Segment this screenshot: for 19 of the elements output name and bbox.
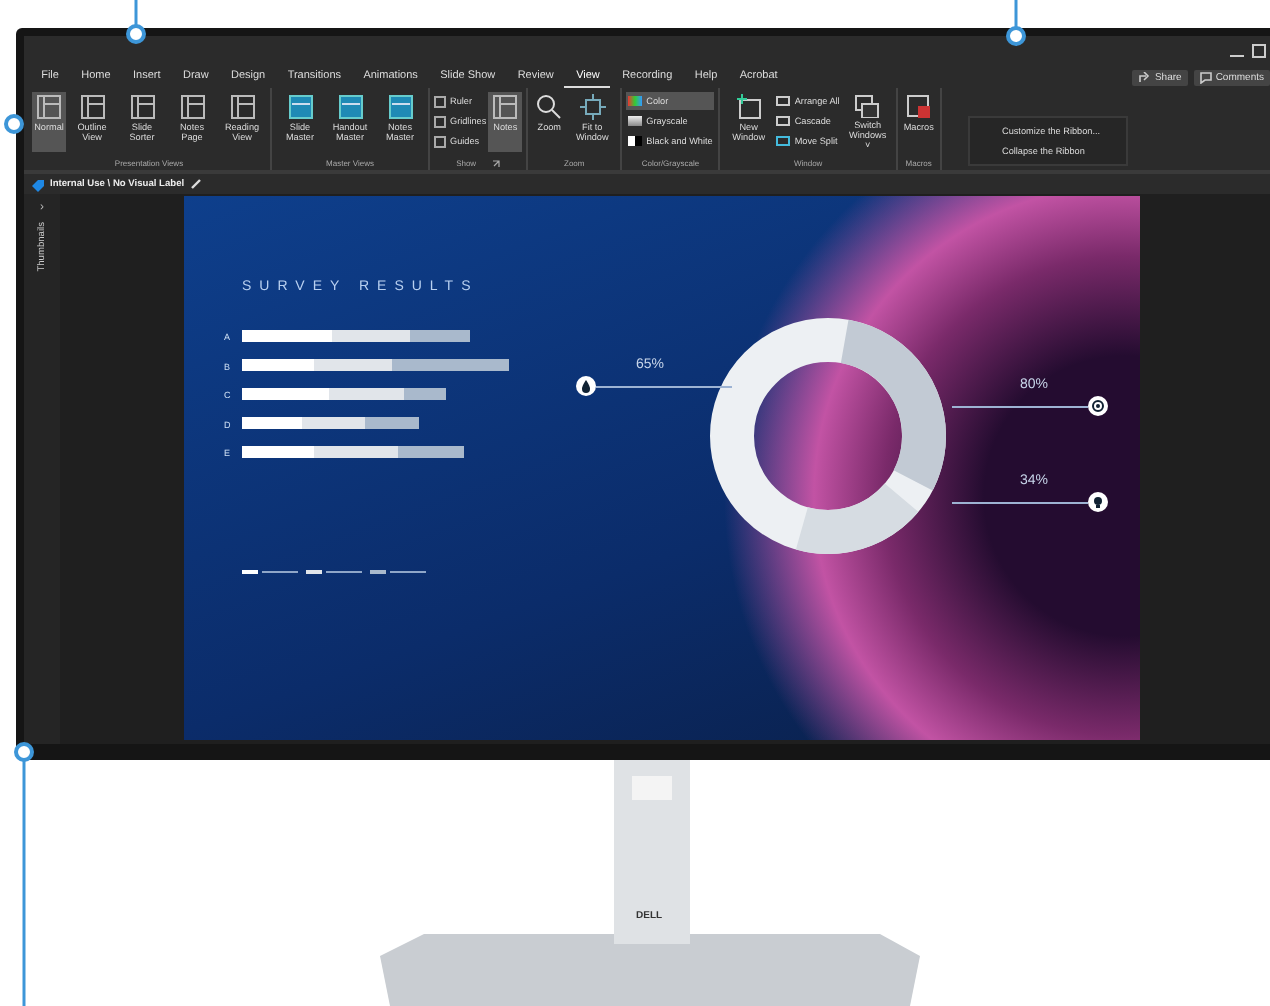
pencil-icon[interactable] <box>190 178 203 190</box>
legend-text-line <box>390 571 427 573</box>
callout-marker <box>1006 0 1026 46</box>
comment-icon <box>1199 71 1212 83</box>
leader-line <box>596 385 732 387</box>
dialog-launcher-icon[interactable] <box>492 159 501 167</box>
leader-line <box>952 405 1088 407</box>
legend-text-line <box>326 571 363 573</box>
legend-text-line <box>262 571 299 573</box>
zoom-icon <box>536 94 563 120</box>
macro-icon <box>905 94 932 120</box>
gear-icon <box>1088 396 1108 416</box>
callout-marker <box>126 0 146 44</box>
drop-icon <box>576 376 596 396</box>
bulb-icon <box>1088 492 1108 512</box>
maximize-icon[interactable] <box>1252 44 1266 58</box>
leader-line <box>952 501 1088 503</box>
callout-marker <box>4 114 24 134</box>
share-icon <box>1138 71 1151 83</box>
